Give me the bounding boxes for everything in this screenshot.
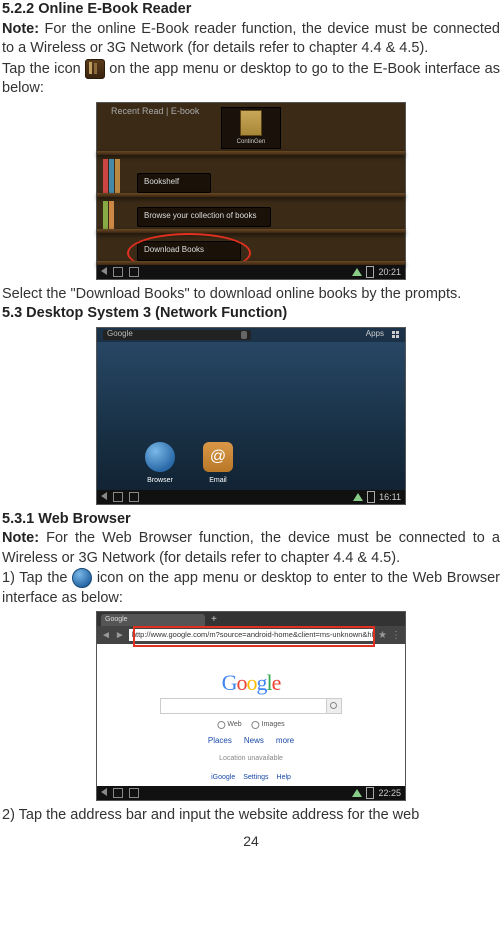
- nav-places-link[interactable]: Places: [208, 736, 232, 747]
- shelf-divider: [97, 193, 405, 197]
- menu-icon[interactable]: ⋮: [391, 629, 401, 643]
- book-icon: [240, 110, 262, 136]
- clock: 16:11: [379, 491, 401, 503]
- section-531-title: 5.3.1 Web Browser: [2, 511, 131, 527]
- home-icon[interactable]: [113, 788, 123, 798]
- nav-more-link[interactable]: more: [276, 736, 294, 747]
- after-shot3-text: 2) Tap the address bar and input the web…: [2, 806, 500, 826]
- wifi-icon: [352, 789, 362, 797]
- radio-images[interactable]: Images: [252, 720, 285, 729]
- section-522-title: 5.2.2 Online E-Book Reader: [2, 1, 191, 17]
- ebook-app-icon: [85, 59, 105, 79]
- recent-icon[interactable]: [129, 492, 139, 502]
- clock: 22:25: [378, 787, 401, 799]
- ebook-screenshot: Recent Read | E-book ContinGen Bookshelf…: [97, 103, 405, 279]
- note-label-2: Note:: [2, 530, 39, 546]
- shelf-books-2: [103, 201, 114, 229]
- new-tab-button[interactable]: +: [211, 614, 217, 626]
- note-522-text: For the online E-Book reader function, t…: [2, 21, 500, 57]
- browser-inline-icon: [72, 568, 92, 588]
- battery-icon: [366, 787, 374, 799]
- apps-grid-icon[interactable]: [392, 331, 399, 338]
- wifi-icon: [352, 268, 362, 276]
- shelf-divider: [97, 151, 405, 155]
- browser-app-icon[interactable]: [145, 442, 175, 472]
- battery-icon: [366, 266, 374, 278]
- url-bar[interactable]: http://www.google.com/m?source=android-h…: [129, 629, 374, 641]
- google-footer-links: iGoogle Settings Help: [211, 773, 291, 782]
- google-search-box[interactable]: [160, 698, 342, 714]
- after-shot1-text: Select the "Download Books" to download …: [2, 285, 500, 305]
- foot-help-link[interactable]: Help: [277, 773, 291, 782]
- desktop-topbar: Google Apps: [97, 328, 405, 342]
- nav-forward-icon[interactable]: ►: [115, 629, 125, 643]
- tap-browser-pre: 1) Tap the: [2, 570, 72, 586]
- google-search-bar[interactable]: Google: [103, 330, 251, 340]
- back-icon[interactable]: [101, 492, 107, 500]
- home-icon[interactable]: [113, 267, 123, 277]
- email-app-icon[interactable]: @: [203, 442, 233, 472]
- browser-tab[interactable]: Google: [101, 614, 205, 626]
- battery-icon: [367, 491, 375, 503]
- mic-icon[interactable]: [241, 331, 247, 339]
- foot-settings-link[interactable]: Settings: [243, 773, 268, 782]
- desktop-screenshot: Google Apps Browser @ Email 16:11: [97, 328, 405, 504]
- foot-igoogle-link[interactable]: iGoogle: [211, 773, 235, 782]
- search-provider-label: Google: [107, 329, 133, 340]
- google-nav-row: Places News more: [208, 736, 294, 747]
- note-label-1: Note:: [2, 21, 39, 37]
- bookshelf-button[interactable]: Bookshelf: [137, 173, 211, 193]
- recent-icon[interactable]: [129, 788, 139, 798]
- shelf-books-1: [103, 159, 125, 193]
- browser-app-label: Browser: [140, 476, 180, 485]
- note-531-text: For the Web Browser function, the device…: [2, 530, 500, 566]
- center-label: ContinGen: [237, 138, 266, 146]
- clock: 20:21: [378, 266, 401, 278]
- browse-collection-button[interactable]: Browse your collection of books: [137, 207, 271, 227]
- bookmark-icon[interactable]: ★: [378, 629, 387, 643]
- page-number: 24: [0, 832, 502, 851]
- status-bar: 22:25: [97, 786, 405, 800]
- browser-screenshot: Google + ◄ ► http://www.google.com/m?sou…: [97, 612, 405, 800]
- radio-web[interactable]: Web: [217, 720, 241, 729]
- back-icon[interactable]: [101, 267, 107, 275]
- wifi-icon: [353, 493, 363, 501]
- status-bar: 16:11: [97, 490, 405, 504]
- shelf-divider: [97, 229, 405, 233]
- nav-back-icon[interactable]: ◄: [101, 629, 111, 643]
- home-icon[interactable]: [113, 492, 123, 502]
- google-logo: Google: [222, 668, 281, 698]
- nav-news-link[interactable]: News: [244, 736, 264, 747]
- ebook-topbar: Recent Read | E-book: [111, 105, 199, 117]
- back-icon[interactable]: [101, 788, 107, 796]
- location-hint: Location unavailable: [219, 754, 283, 763]
- tap-icon-pre: Tap the icon: [2, 61, 85, 77]
- apps-label: Apps: [366, 329, 384, 340]
- search-icon[interactable]: [326, 699, 341, 713]
- recent-icon[interactable]: [129, 267, 139, 277]
- email-app-label: Email: [198, 476, 238, 485]
- section-53-title: 5.3 Desktop System 3 (Network Function): [2, 305, 287, 321]
- search-type-row: Web Images: [217, 720, 284, 729]
- browser-tabbar: Google +: [97, 612, 405, 626]
- status-bar: 20:21: [97, 265, 405, 279]
- url-bar-row: ◄ ► http://www.google.com/m?source=andro…: [97, 626, 405, 644]
- ebook-center-tile: ContinGen: [221, 107, 281, 149]
